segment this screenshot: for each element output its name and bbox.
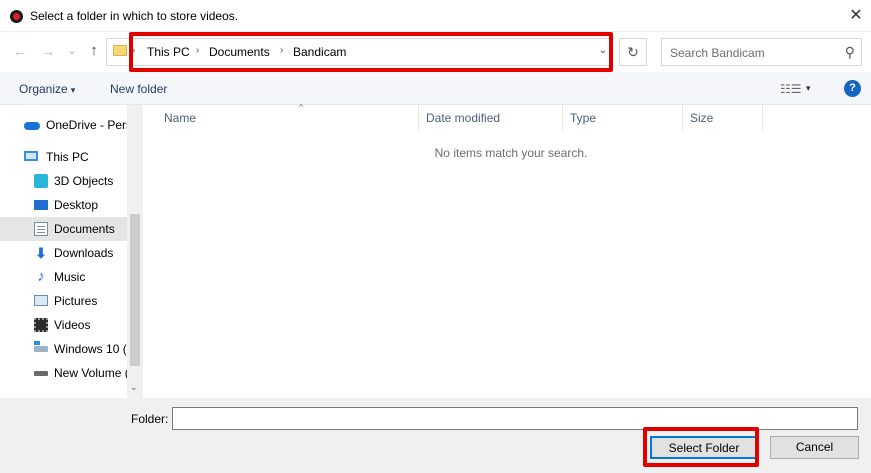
3d-objects-icon [34,174,48,188]
onedrive-icon [24,118,40,132]
folder-icon [113,45,127,56]
breadcrumb-this-pc[interactable]: This PC [147,45,190,59]
search-icon: ⚲ [844,44,855,60]
sidebar-item-label: Music [54,270,86,284]
sidebar-item-label: Documents [54,222,115,236]
folder-label: Folder: [131,412,169,426]
dialog-footer: Folder: Select Folder Cancel [0,398,871,473]
refresh-button[interactable]: ↻ [619,38,647,66]
column-header-type[interactable]: Type [563,105,683,130]
command-toolbar: Organize ▾ New folder ☷☰ ▾ ? [0,72,871,105]
title-bar: Select a folder in which to store videos… [0,0,871,32]
bandicam-record-icon [10,10,23,23]
dialog-title: Select a folder in which to store videos… [30,9,239,23]
address-bar[interactable]: › This PC › Documents › Bandicam ⌄ [106,38,612,66]
sidebar-item-label: 3D Objects [54,174,114,188]
sidebar-item-label: OneDrive - Pers [46,118,127,132]
documents-icon [34,222,48,236]
volume-drive-icon [34,371,48,376]
organize-label: Organize [19,82,68,96]
sidebar-scrollbar[interactable]: ⌄ [127,105,143,398]
forward-button[interactable]: → [39,42,57,60]
navigation-pane: OneDrive - Pers This PC 3D Objects Deskt… [0,105,143,398]
sort-ascending-icon: ^ [299,102,304,112]
navigation-bar: ← → ⌄ ↑ › This PC › Documents › Bandicam… [0,32,871,72]
address-dropdown-icon[interactable]: ⌄ [599,45,607,56]
chevron-down-icon: ▾ [70,85,76,95]
sidebar-item-pictures[interactable]: Pictures [0,289,127,313]
desktop-icon [34,200,48,210]
pictures-icon [34,295,48,306]
windows-drive-icon [34,341,48,352]
sidebar-item-label: Desktop [54,198,99,212]
empty-state-message: No items match your search. [434,146,588,160]
back-button[interactable]: ← [11,42,29,60]
sidebar-item-label: Downloads [54,246,114,260]
column-header-name[interactable]: Name ^ [157,102,419,130]
file-list[interactable]: Name ^ Date modified Type Size No items … [143,102,871,398]
sidebar-item-label: This PC [46,150,89,164]
organize-button[interactable]: Organize ▾ [19,82,75,96]
recent-locations-button[interactable]: ⌄ [63,42,81,60]
sidebar-item-desktop[interactable]: Desktop [0,193,127,217]
column-label: Size [690,111,714,125]
breadcrumb-bandicam[interactable]: Bandicam [293,45,346,59]
sidebar-item-3d-objects[interactable]: 3D Objects [0,169,127,193]
sidebar-item-documents[interactable]: Documents [0,217,127,241]
column-header-size[interactable]: Size [683,105,763,130]
column-label: Type [570,111,597,125]
search-placeholder: Search Bandicam [670,46,765,60]
folder-field[interactable] [172,407,858,430]
column-label: Name [164,111,197,125]
this-pc-icon [24,151,38,161]
sidebar-item-music[interactable]: ♪ Music [0,265,127,289]
search-input[interactable]: Search Bandicam ⚲ [661,38,862,66]
column-header-date-modified[interactable]: Date modified [419,105,563,130]
view-options-icon[interactable]: ☷☰ [780,82,802,96]
sidebar-item-this-pc[interactable]: This PC [0,145,127,169]
music-icon: ♪ [37,268,45,285]
sidebar-item-windows-10[interactable]: Windows 10 ( [0,337,127,361]
breadcrumb-separator[interactable]: › [196,45,199,56]
downloads-icon: ⬇ [35,245,47,261]
select-folder-button[interactable]: Select Folder [650,436,758,459]
sidebar-item-videos[interactable]: Videos [0,313,127,337]
sidebar-item-label: Windows 10 ( [54,342,127,356]
sidebar-item-downloads[interactable]: ⬇ Downloads [0,241,127,265]
sidebar-item-label: New Volume ( [54,366,127,380]
help-icon[interactable]: ? [844,80,861,97]
breadcrumb-documents[interactable]: Documents [209,45,270,59]
sidebar-item-label: Videos [54,318,91,332]
close-button[interactable]: ✕ [841,0,871,32]
up-button[interactable]: ↑ [85,42,103,60]
chevron-down-icon[interactable]: ▾ [806,83,811,94]
sidebar-item-new-volume[interactable]: New Volume ( [0,361,127,385]
column-label: Date modified [426,111,501,125]
videos-icon [34,318,48,332]
new-folder-button[interactable]: New folder [110,82,167,96]
breadcrumb-separator[interactable]: › [280,45,283,56]
cancel-button[interactable]: Cancel [770,436,859,459]
sidebar-item-label: Pictures [54,294,98,308]
breadcrumb-separator[interactable]: › [132,45,135,56]
sidebar-item-onedrive[interactable]: OneDrive - Pers [0,113,127,137]
scroll-down-icon[interactable]: ⌄ [130,382,138,393]
scrollbar-thumb[interactable] [130,214,140,366]
